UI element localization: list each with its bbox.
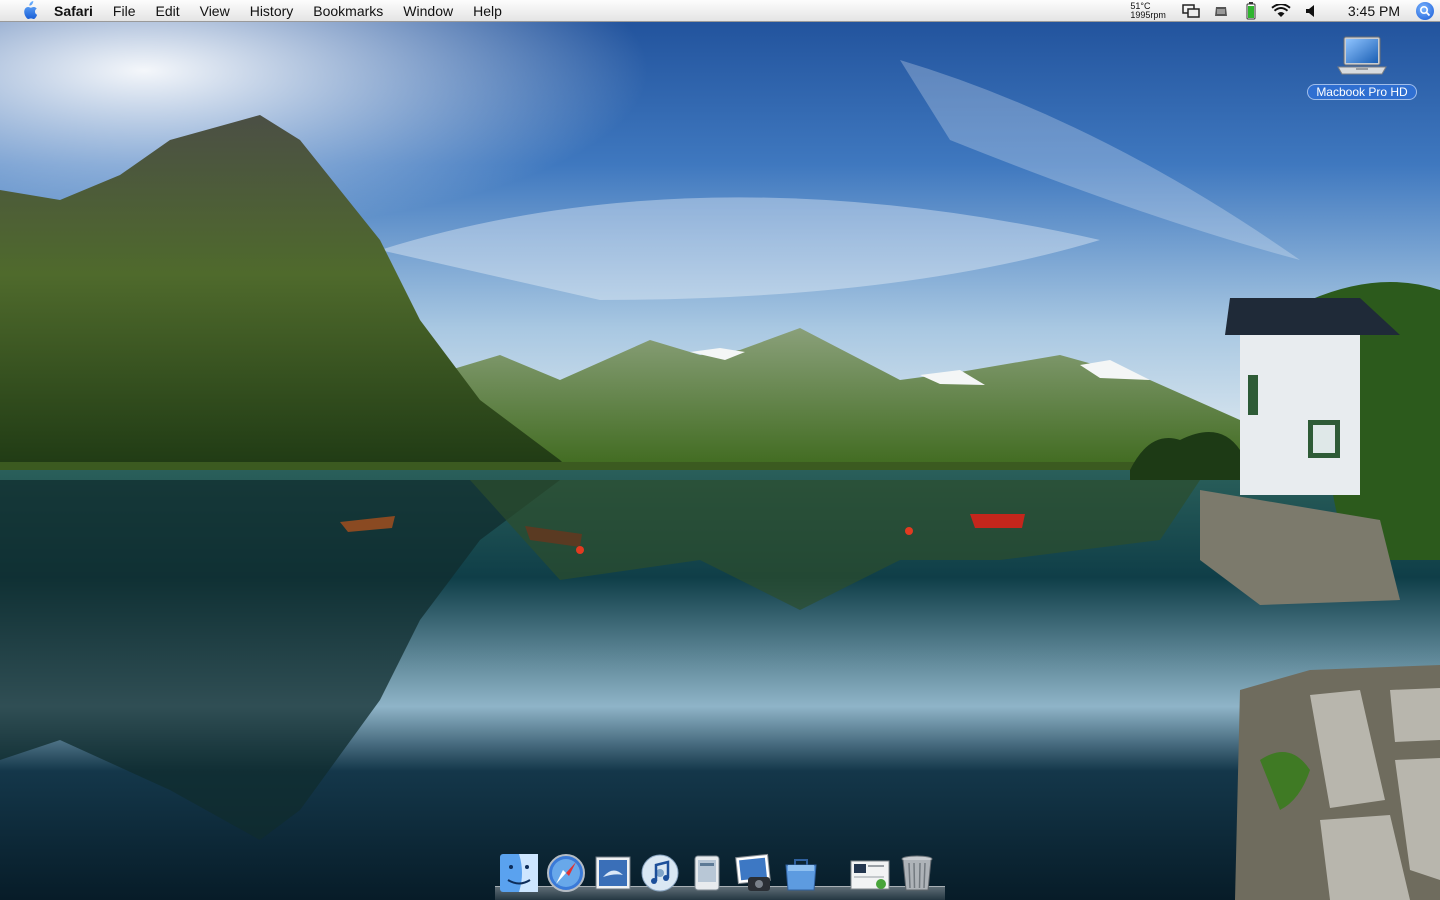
dock-pages[interactable] <box>779 851 823 895</box>
wifi-icon[interactable] <box>1271 3 1291 19</box>
menu-app-safari[interactable]: Safari <box>52 0 103 22</box>
trash-icon <box>901 855 932 891</box>
drive-label: Macbook Pro HD <box>1307 84 1417 100</box>
menu-edit[interactable]: Edit <box>145 0 189 22</box>
menu-bar: Safari File Edit View History Bookmarks … <box>0 0 1440 22</box>
dock-iphoto[interactable] <box>732 851 776 895</box>
desktop-drive-macbook-pro-hd[interactable]: Macbook Pro HD <box>1303 34 1421 101</box>
menu-bookmarks[interactable]: Bookmarks <box>303 0 393 22</box>
fan-speed-readout: 1995rpm <box>1130 9 1166 20</box>
temperature-monitor[interactable]: 51°C 1995rpm <box>1130 1 1166 20</box>
dock-finder[interactable] <box>497 851 541 895</box>
dock-mail[interactable] <box>591 851 635 895</box>
screen-mirroring-icon[interactable] <box>1181 3 1201 19</box>
apple-menu-icon[interactable] <box>14 0 44 22</box>
wallpaper <box>0 0 1440 900</box>
menubar-clock[interactable]: 3:45 PM <box>1348 3 1400 19</box>
dock-safari[interactable] <box>544 851 588 895</box>
volume-icon[interactable] <box>1301 3 1321 19</box>
time-machine-icon[interactable] <box>1211 3 1231 19</box>
iphoto-icon <box>734 853 771 891</box>
mail-icon <box>595 856 630 890</box>
spotlight-search-icon[interactable] <box>1416 1 1434 20</box>
battery-icon[interactable] <box>1241 1 1261 19</box>
finder-icon <box>499 854 538 892</box>
desktop: Safari File Edit View History Bookmarks … <box>0 0 1440 900</box>
menu-history[interactable]: History <box>240 0 304 22</box>
menu-file[interactable]: File <box>103 0 146 22</box>
dock <box>495 846 945 900</box>
dock-trash[interactable] <box>895 851 939 895</box>
menu-view[interactable]: View <box>190 0 240 22</box>
pages-icon <box>784 859 817 891</box>
preview-icon <box>694 855 719 891</box>
laptop-drive-icon <box>1337 36 1387 75</box>
itunes-icon <box>641 854 678 892</box>
dock-downloads-folder[interactable] <box>848 851 892 895</box>
dock-itunes[interactable] <box>638 851 682 895</box>
menu-help[interactable]: Help <box>463 0 512 22</box>
menu-window[interactable]: Window <box>393 0 463 22</box>
downloads-folder-icon <box>850 860 889 890</box>
safari-icon <box>546 854 585 892</box>
dock-preview[interactable] <box>685 851 729 895</box>
